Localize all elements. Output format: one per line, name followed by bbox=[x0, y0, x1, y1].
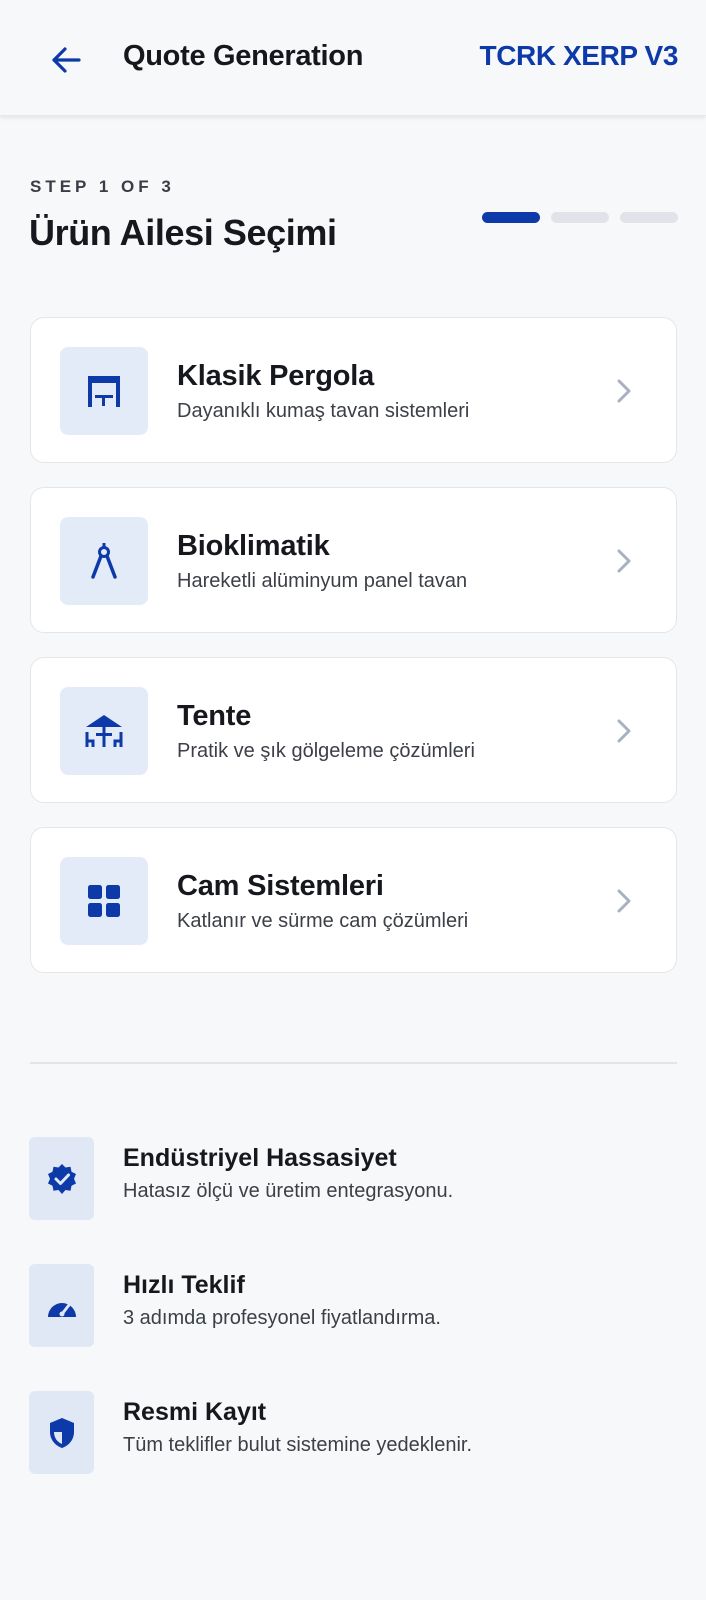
verified-badge-icon bbox=[47, 1163, 76, 1194]
step-indicator-label: STEP 1 OF 3 bbox=[30, 177, 175, 196]
feature-subtitle: Tüm teklifler bulut sistemine yedeklenir… bbox=[123, 1434, 473, 1456]
family-subtitle: Hareketli alüminyum panel tavan bbox=[177, 570, 468, 592]
arrow-left-icon bbox=[52, 47, 81, 73]
app-header: Quote Generation TCRK XERP V3 bbox=[0, 0, 706, 116]
progress-segment-3 bbox=[620, 212, 678, 223]
section-divider bbox=[30, 1062, 677, 1064]
back-button[interactable] bbox=[40, 34, 92, 86]
brand-label: TCRK XERP V3 bbox=[479, 40, 678, 71]
family-title: Cam Sistemleri bbox=[177, 870, 384, 902]
page-title: Quote Generation bbox=[123, 40, 364, 72]
card-icon-box bbox=[60, 687, 148, 775]
shield-icon bbox=[49, 1417, 74, 1448]
feature-title: Hızlı Teklif bbox=[123, 1271, 245, 1299]
feature-item: Resmi Kayıt Tüm teklifler bulut sistemin… bbox=[29, 1391, 676, 1475]
compass-icon bbox=[91, 543, 117, 579]
card-icon-box bbox=[60, 347, 148, 435]
chevron-right-icon bbox=[617, 889, 631, 913]
family-title: Tente bbox=[177, 700, 252, 732]
speedometer-icon bbox=[47, 1302, 76, 1317]
window-grid-icon bbox=[88, 885, 120, 917]
feature-title: Endüstriyel Hassasiyet bbox=[123, 1144, 397, 1172]
progress-segment-1 bbox=[482, 212, 540, 223]
family-subtitle: Dayanıklı kumaş tavan sistemleri bbox=[177, 400, 470, 422]
card-icon-box bbox=[60, 857, 148, 945]
feature-subtitle: Hatasız ölçü ve üretim entegrasyonu. bbox=[123, 1180, 454, 1202]
chevron-right-icon bbox=[617, 379, 631, 403]
family-subtitle: Katlanır ve sürme cam çözümleri bbox=[177, 910, 469, 932]
feature-item: Endüstriyel Hassasiyet Hatasız ölçü ve ü… bbox=[29, 1137, 676, 1221]
chevron-right-icon bbox=[617, 549, 631, 573]
feature-icon-box bbox=[29, 1264, 94, 1347]
pergola-icon bbox=[88, 376, 120, 407]
step-title: Ürün Ailesi Seçimi bbox=[29, 212, 337, 253]
feature-icon-box bbox=[29, 1137, 94, 1220]
feature-subtitle: 3 adımda profesyonel fiyatlandırma. bbox=[123, 1307, 441, 1329]
feature-icon-box bbox=[29, 1391, 94, 1474]
family-subtitle: Pratik ve şık gölgeleme çözümleri bbox=[177, 740, 475, 762]
feature-title: Resmi Kayıt bbox=[123, 1398, 267, 1426]
feature-item: Hızlı Teklif 3 adımda profesyonel fiyatl… bbox=[29, 1264, 676, 1348]
chevron-right-icon bbox=[617, 719, 631, 743]
progress-segment-2 bbox=[551, 212, 609, 223]
family-card-bioklimatik[interactable]: Bioklimatik Hareketli alüminyum panel ta… bbox=[30, 487, 677, 633]
family-card-klasik-pergola[interactable]: Klasik Pergola Dayanıklı kumaş tavan sis… bbox=[30, 317, 677, 463]
family-title: Klasik Pergola bbox=[177, 360, 375, 392]
family-title: Bioklimatik bbox=[177, 530, 330, 562]
cafe-awning-icon bbox=[85, 715, 123, 747]
card-icon-box bbox=[60, 517, 148, 605]
family-card-tente[interactable]: Tente Pratik ve şık gölgeleme çözümleri bbox=[30, 657, 677, 803]
family-card-cam-sistemleri[interactable]: Cam Sistemleri Katlanır ve sürme cam çöz… bbox=[30, 827, 677, 973]
